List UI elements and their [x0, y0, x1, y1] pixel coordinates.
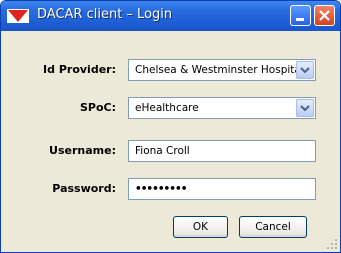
login-window: DACAR client – Login Id Provider: Chelse… — [0, 0, 341, 253]
chevron-down-icon — [300, 105, 310, 112]
window-title: DACAR client – Login — [37, 7, 173, 22]
password-label: Password: — [52, 182, 116, 195]
password-field[interactable]: ••••••••• — [128, 178, 316, 200]
password-value: ••••••••• — [135, 183, 187, 195]
username-field[interactable]: Fiona Croll — [128, 140, 316, 162]
username-label: Username: — [49, 144, 116, 157]
ok-button[interactable]: OK — [173, 216, 228, 238]
username-value: Fiona Croll — [135, 145, 190, 157]
cancel-button[interactable]: Cancel — [239, 216, 307, 238]
title-bar[interactable]: DACAR client – Login — [1, 1, 340, 31]
id-provider-label: Id Provider: — [43, 63, 116, 76]
spoc-dropdown-button[interactable] — [296, 99, 314, 117]
id-provider-value: Chelsea & Westminster Hospital — [135, 64, 304, 76]
close-button[interactable] — [314, 5, 335, 26]
id-provider-dropdown-button[interactable] — [296, 61, 314, 79]
spoc-label: SPoC: — [79, 101, 116, 114]
chevron-down-icon — [300, 67, 310, 74]
resize-grip-icon[interactable] — [326, 238, 338, 250]
app-logo-icon — [7, 9, 29, 23]
spoc-value: eHealthcare — [135, 102, 199, 114]
close-icon — [319, 10, 330, 21]
spoc-select[interactable]: eHealthcare — [128, 97, 316, 119]
minimize-button[interactable] — [290, 5, 311, 26]
id-provider-select[interactable]: Chelsea & Westminster Hospital — [128, 59, 316, 81]
minimize-icon — [296, 18, 304, 21]
